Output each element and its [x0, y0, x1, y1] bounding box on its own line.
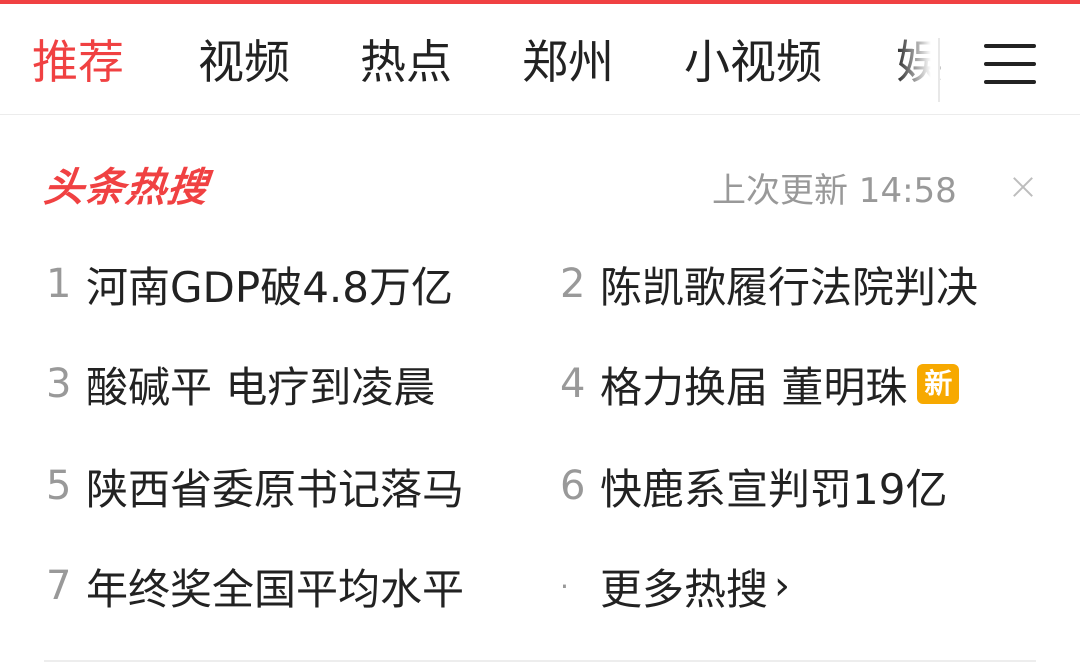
tab-zhengzhou[interactable]: 郑州: [522, 34, 614, 90]
more-hot-search-link[interactable]: · 更多热搜 ›: [560, 558, 790, 614]
hot-item-rank: 2: [560, 261, 586, 307]
hot-item-title: 快鹿系宣判罚19亿: [600, 464, 948, 514]
bullet-dot: ·: [560, 569, 569, 603]
new-badge: 新: [917, 364, 960, 404]
hot-item-title: 酸碱平 电疗到凌晨: [86, 362, 436, 412]
chevron-right-icon: ›: [774, 563, 791, 609]
hot-item-rank: 1: [46, 261, 72, 307]
hot-item-6[interactable]: 6 快鹿系宣判罚19亿: [560, 458, 947, 514]
tab-short-video[interactable]: 小视频: [684, 34, 822, 90]
tab-recommend[interactable]: 推荐: [32, 34, 124, 90]
hot-item-5[interactable]: 5 陕西省委原书记落马: [46, 458, 464, 514]
hot-item-title: 年终奖全国平均水平: [86, 564, 465, 614]
hot-item-2[interactable]: 2 陈凯歌履行法院判决: [560, 256, 978, 312]
tab-hot[interactable]: 热点: [360, 34, 452, 90]
hot-search-logo: 头条热搜: [41, 165, 211, 211]
hot-item-3[interactable]: 3 酸碱平 电疗到凌晨: [46, 356, 435, 412]
tabs-divider: [938, 38, 940, 102]
tabs-fade-overlay: [895, 4, 940, 114]
hot-item-rank: 4: [560, 361, 586, 407]
hamburger-menu-icon[interactable]: [984, 44, 1036, 84]
hot-item-4[interactable]: 4 格力换届 董明珠 新: [560, 356, 960, 412]
close-icon[interactable]: [1008, 172, 1040, 204]
hot-item-rank: 5: [46, 463, 72, 509]
hot-item-1[interactable]: 1 河南GDP破4.8万亿: [46, 256, 453, 312]
hot-item-title: 陕西省委原书记落马: [86, 464, 465, 514]
hot-item-rank: 7: [46, 563, 72, 609]
channel-tab-bar: 推荐 视频 热点 郑州 小视频 娱: [0, 4, 1080, 115]
tab-video[interactable]: 视频: [198, 34, 290, 90]
hot-item-title: 陈凯歌履行法院判决: [600, 262, 979, 312]
hot-item-title: 河南GDP破4.8万亿: [86, 262, 454, 312]
hot-item-title: 格力换届 董明珠: [600, 362, 908, 412]
more-hot-search-label: 更多热搜: [600, 564, 769, 614]
section-divider: [44, 660, 1036, 662]
hot-item-rank: 3: [46, 361, 72, 407]
hot-item-rank: 6: [560, 463, 586, 509]
last-update-time: 上次更新 14:58: [712, 171, 957, 211]
hot-item-7[interactable]: 7 年终奖全国平均水平: [46, 558, 464, 614]
